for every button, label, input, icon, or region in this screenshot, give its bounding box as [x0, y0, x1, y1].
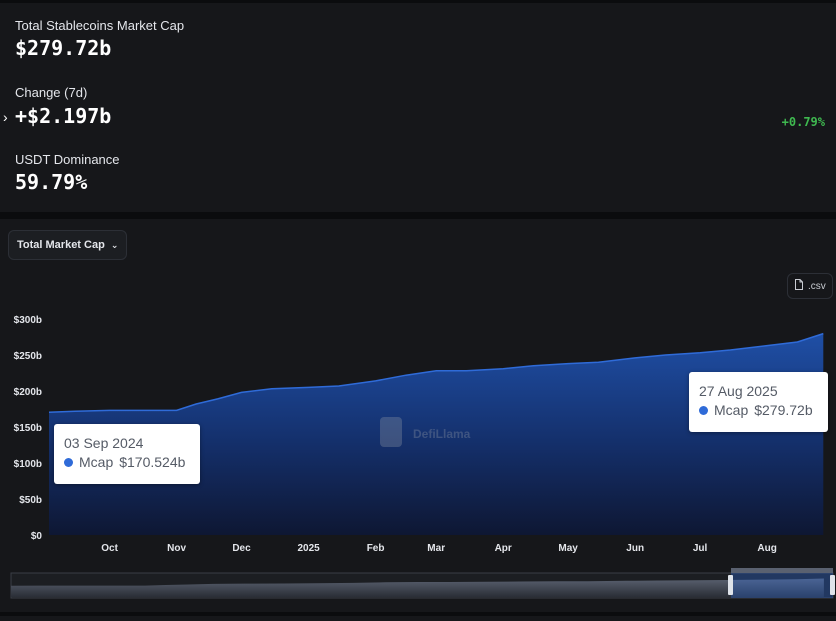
x-tick-label: Dec	[232, 543, 251, 554]
x-tick-label: Apr	[495, 543, 512, 554]
dominance-label: USDT Dominance	[15, 152, 120, 167]
tooltip-series: Mcap	[79, 454, 114, 470]
tooltip-end: 27 Aug 2025 Mcap $279.72b	[689, 372, 828, 432]
tooltip-value: $170.524b	[119, 454, 186, 470]
overview-selection-bar[interactable]	[731, 568, 833, 573]
y-axis: $0 $50b $100b $150b $200b $250b $300b	[14, 315, 43, 542]
x-tick-label: Jun	[626, 543, 644, 554]
x-tick-label: Nov	[167, 543, 186, 554]
market-cap-label: Total Stablecoins Market Cap	[15, 18, 185, 33]
x-tick-label: Mar	[427, 543, 445, 554]
x-axis: Oct Nov Dec 2025 Feb Mar Apr May Jun Jul Aug	[101, 543, 777, 554]
x-tick-label: Jul	[693, 543, 708, 554]
tooltip-series: Mcap	[714, 402, 749, 418]
x-tick-label: Aug	[757, 543, 776, 554]
overview-selection[interactable]	[731, 573, 833, 598]
stats-panel: Total Stablecoins Market Cap $279.72b › …	[0, 3, 836, 212]
tooltip-date: 03 Sep 2024	[64, 435, 144, 451]
y-tick-label: $0	[31, 531, 43, 542]
watermark-text: DefiLlama	[413, 427, 471, 441]
y-tick-label: $50b	[19, 495, 42, 506]
series-dot-icon	[64, 457, 73, 467]
y-tick-label: $250b	[14, 351, 42, 362]
y-tick-label: $300b	[14, 315, 42, 326]
y-tick-label: $200b	[14, 387, 42, 398]
footer-strip	[0, 616, 836, 621]
change-label: Change (7d)	[15, 85, 88, 100]
x-tick-label: May	[558, 543, 578, 554]
x-tick-label: 2025	[297, 543, 320, 554]
change-value: +$2.197b	[15, 104, 112, 128]
tooltip-start: 03 Sep 2024 Mcap $170.524b	[54, 424, 200, 484]
dominance-value: 59.79%	[15, 170, 88, 194]
market-cap-value: $279.72b	[15, 36, 112, 60]
change-percent: +0.79%	[781, 115, 825, 129]
tooltip-date: 27 Aug 2025	[699, 383, 778, 399]
x-tick-label: Feb	[367, 543, 385, 554]
overview-handle-right[interactable]	[830, 575, 835, 595]
overview-handle-left[interactable]	[728, 575, 733, 595]
y-tick-label: $150b	[14, 423, 42, 434]
overview-slider[interactable]	[10, 568, 835, 599]
chevron-right-icon[interactable]: ›	[3, 109, 8, 125]
y-tick-label: $100b	[14, 459, 42, 470]
tooltip-value: $279.72b	[754, 402, 813, 418]
x-tick-label: Oct	[101, 543, 118, 554]
series-dot-icon	[699, 405, 708, 415]
